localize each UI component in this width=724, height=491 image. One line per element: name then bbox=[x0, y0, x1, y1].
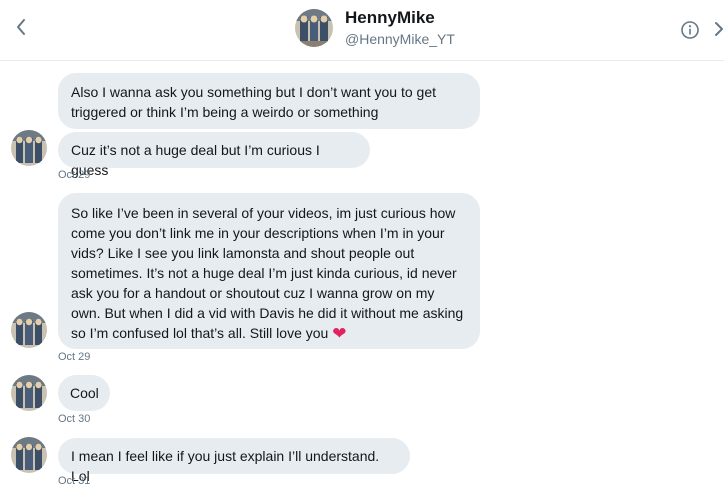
message-bubble[interactable]: So like I’ve been in several of your vid… bbox=[58, 193, 480, 349]
back-button[interactable] bbox=[10, 16, 32, 38]
message-text: Also I wanna ask you something but I don… bbox=[71, 84, 436, 120]
heart-emoji: ❤ bbox=[332, 324, 347, 343]
message-bubble[interactable]: Cool bbox=[58, 375, 110, 411]
message-timestamp: Oct 30 bbox=[58, 413, 91, 425]
message-bubble[interactable]: Cuz it’s not a huge deal but I’m curious… bbox=[58, 132, 370, 178]
sender-avatar[interactable] bbox=[11, 312, 47, 348]
message-timestamp: Oct 29 bbox=[58, 169, 91, 181]
message-text: So like I’ve been in several of your vid… bbox=[71, 205, 464, 341]
message-timestamp: Oct 29 bbox=[58, 351, 91, 363]
info-button[interactable] bbox=[680, 20, 700, 40]
header-username: @HennyMike_YT bbox=[345, 31, 455, 47]
message-text: I mean I feel like if you just explain I… bbox=[71, 448, 380, 484]
header-avatar[interactable] bbox=[295, 9, 333, 47]
info-icon bbox=[681, 21, 699, 39]
chevron-left-icon bbox=[17, 19, 25, 35]
next-button[interactable] bbox=[711, 18, 724, 40]
message-bubble[interactable]: I mean I feel like if you just explain I… bbox=[58, 438, 410, 484]
sender-avatar[interactable] bbox=[11, 130, 47, 166]
sender-avatar[interactable] bbox=[11, 375, 47, 411]
message-bubble[interactable]: Also I wanna ask you something but I don… bbox=[58, 73, 480, 129]
sender-avatar[interactable] bbox=[11, 437, 47, 473]
message-text: Cool bbox=[70, 385, 99, 401]
chevron-right-icon bbox=[715, 22, 723, 36]
message-text: Cuz it’s not a huge deal but I’m curious… bbox=[71, 142, 320, 178]
header-display-name[interactable]: HennyMike bbox=[345, 8, 435, 28]
conversation-header: HennyMike @HennyMike_YT bbox=[0, 0, 724, 61]
message-timestamp: Oct 31 bbox=[58, 475, 91, 487]
